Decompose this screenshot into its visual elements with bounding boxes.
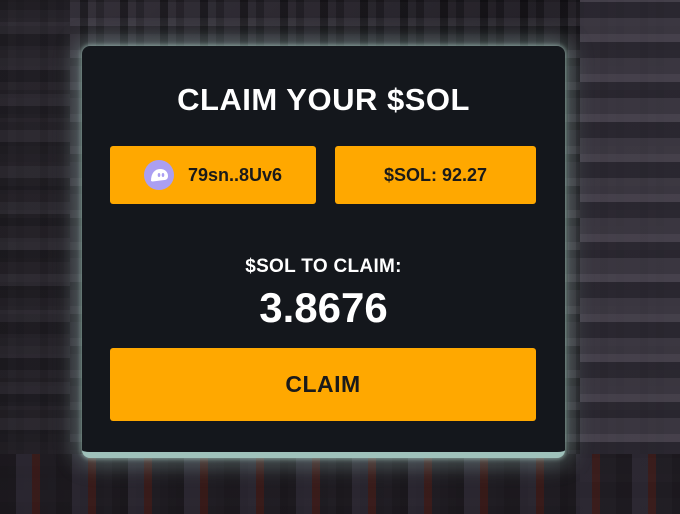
claim-button-label: CLAIM (285, 371, 361, 397)
wallet-address: 79sn..8Uv6 (187, 164, 283, 185)
claim-button[interactable]: CLAIM (110, 348, 536, 421)
sol-balance-text: $SOL: 92.27 (383, 164, 488, 185)
claim-amount-label: $SOL TO CLAIM: (245, 256, 402, 277)
background-pillar-right (580, 0, 680, 514)
panel-title: CLAIM YOUR $SOL (177, 82, 470, 117)
sol-balance-badge: $SOL: 92.27 (335, 146, 536, 204)
background-pillar-left (0, 0, 70, 514)
claim-amount-value: 3.8676 (259, 284, 388, 331)
phantom-ghost-icon (143, 160, 174, 190)
claim-panel: CLAIM YOUR $SOL 79sn..8Uv6 $SOL: 92.27 $… (82, 46, 565, 458)
wallet-button[interactable]: 79sn..8Uv6 (110, 146, 316, 204)
background-floor (0, 454, 680, 514)
